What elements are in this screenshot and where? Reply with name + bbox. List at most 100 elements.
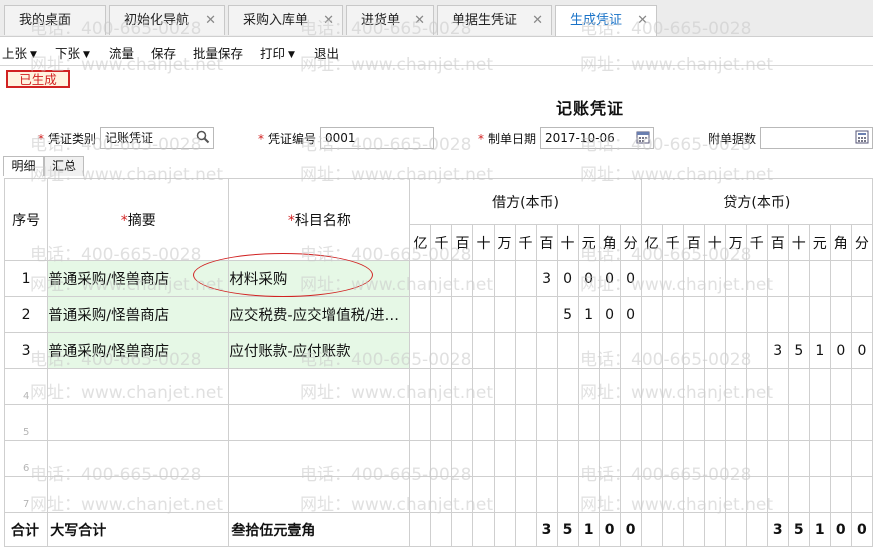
debit-digit-cell[interactable] <box>493 260 516 297</box>
credit-digit-cell[interactable] <box>724 404 747 441</box>
debit-digit-cell[interactable] <box>430 404 453 441</box>
credit-digit-cell[interactable] <box>850 476 873 513</box>
credit-digit-cell[interactable] <box>766 368 789 405</box>
summary-cell[interactable] <box>47 368 230 405</box>
debit-digit-cell[interactable] <box>472 404 495 441</box>
debit-digit-cell[interactable] <box>535 440 558 477</box>
account-cell[interactable]: 应付账款-应付账款 <box>228 332 411 369</box>
debit-digit-cell[interactable] <box>577 332 600 369</box>
debit-digit-cell[interactable] <box>514 332 537 369</box>
credit-digit-cell[interactable] <box>808 296 831 333</box>
voucher-number-field[interactable]: 0001 <box>320 127 434 149</box>
debit-digit-cell[interactable] <box>619 404 642 441</box>
debit-digit-cell[interactable] <box>514 368 537 405</box>
debit-digit-cell[interactable] <box>430 260 453 297</box>
debit-digit-cell[interactable] <box>430 332 453 369</box>
debit-digit-cell[interactable] <box>409 260 432 297</box>
print-button[interactable]: 打印 ▼ <box>260 43 295 62</box>
debit-digit-cell[interactable] <box>472 440 495 477</box>
exit-button[interactable]: 退出 <box>314 43 339 62</box>
credit-digit-cell[interactable] <box>682 476 705 513</box>
credit-digit-cell[interactable] <box>682 404 705 441</box>
debit-digit-cell[interactable] <box>514 404 537 441</box>
credit-digit-cell[interactable] <box>766 440 789 477</box>
debit-digit-cell[interactable] <box>493 476 516 513</box>
debit-digit-cell[interactable] <box>577 476 600 513</box>
debit-digit-cell[interactable] <box>430 368 453 405</box>
credit-digit-cell[interactable]: 0 <box>829 332 852 369</box>
credit-digit-cell[interactable] <box>640 332 663 369</box>
close-icon[interactable]: ✕ <box>205 6 216 36</box>
tab-6[interactable]: 生成凭证 ✕ <box>555 5 657 36</box>
credit-digit-cell[interactable] <box>808 476 831 513</box>
search-icon[interactable] <box>196 130 210 144</box>
debit-digit-cell[interactable] <box>430 440 453 477</box>
credit-digit-cell[interactable] <box>766 404 789 441</box>
credit-digit-cell[interactable] <box>661 440 684 477</box>
account-cell[interactable]: 应交税费-应交增值税/进项税额 <box>228 296 411 333</box>
summary-cell[interactable]: 普通采购/怪兽商店 <box>47 332 230 369</box>
credit-digit-cell[interactable] <box>745 476 768 513</box>
debit-digit-cell[interactable] <box>451 296 474 333</box>
credit-digit-cell[interactable] <box>724 332 747 369</box>
credit-digit-cell[interactable] <box>745 296 768 333</box>
debit-digit-cell[interactable] <box>493 332 516 369</box>
debit-digit-cell[interactable] <box>619 332 642 369</box>
credit-digit-cell[interactable] <box>682 368 705 405</box>
credit-digit-cell[interactable] <box>682 332 705 369</box>
close-icon[interactable]: ✕ <box>637 6 648 36</box>
close-icon[interactable]: ✕ <box>532 6 543 36</box>
close-icon[interactable]: ✕ <box>323 6 334 36</box>
debit-digit-cell[interactable] <box>577 404 600 441</box>
credit-digit-cell[interactable] <box>829 476 852 513</box>
debit-digit-cell[interactable] <box>556 404 579 441</box>
credit-digit-cell[interactable] <box>787 476 810 513</box>
credit-digit-cell[interactable] <box>745 332 768 369</box>
debit-digit-cell[interactable]: 0 <box>619 296 642 333</box>
summary-cell[interactable]: 普通采购/怪兽商店 <box>47 260 230 297</box>
debit-digit-cell[interactable] <box>409 368 432 405</box>
credit-digit-cell[interactable]: 1 <box>808 332 831 369</box>
debit-digit-cell[interactable] <box>493 296 516 333</box>
credit-digit-cell[interactable] <box>724 260 747 297</box>
credit-digit-cell[interactable] <box>682 260 705 297</box>
credit-digit-cell[interactable] <box>850 404 873 441</box>
debit-digit-cell[interactable]: 0 <box>577 260 600 297</box>
account-cell[interactable] <box>228 476 411 513</box>
debit-digit-cell[interactable] <box>472 260 495 297</box>
credit-digit-cell[interactable] <box>787 260 810 297</box>
debit-digit-cell[interactable] <box>598 476 621 513</box>
debit-digit-cell[interactable] <box>598 404 621 441</box>
account-cell[interactable] <box>228 368 411 405</box>
prev-voucher-button[interactable]: 上张 ▼ <box>2 43 37 62</box>
calculator-icon[interactable] <box>855 130 869 144</box>
credit-digit-cell[interactable] <box>766 260 789 297</box>
credit-digit-cell[interactable] <box>703 476 726 513</box>
debit-digit-cell[interactable] <box>472 332 495 369</box>
debit-digit-cell[interactable] <box>556 476 579 513</box>
credit-digit-cell[interactable] <box>829 440 852 477</box>
debit-digit-cell[interactable]: 5 <box>556 296 579 333</box>
tab-3[interactable]: 采购入库单 ✕ <box>228 5 343 35</box>
debit-digit-cell[interactable] <box>577 440 600 477</box>
credit-digit-cell[interactable] <box>640 296 663 333</box>
debit-digit-cell[interactable] <box>409 476 432 513</box>
account-cell[interactable] <box>228 404 411 441</box>
credit-digit-cell[interactable] <box>703 440 726 477</box>
save-button[interactable]: 保存 <box>151 43 176 62</box>
credit-digit-cell[interactable] <box>850 260 873 297</box>
credit-digit-cell[interactable] <box>640 476 663 513</box>
credit-digit-cell[interactable] <box>661 404 684 441</box>
credit-digit-cell[interactable] <box>829 404 852 441</box>
credit-digit-cell[interactable]: 3 <box>766 332 789 369</box>
close-icon[interactable]: ✕ <box>414 6 425 36</box>
calendar-icon[interactable] <box>636 130 650 144</box>
debit-digit-cell[interactable] <box>493 440 516 477</box>
summary-cell[interactable] <box>47 404 230 441</box>
debit-digit-cell[interactable] <box>619 368 642 405</box>
credit-digit-cell[interactable] <box>640 368 663 405</box>
credit-digit-cell[interactable] <box>661 368 684 405</box>
debit-digit-cell[interactable] <box>535 332 558 369</box>
debit-digit-cell[interactable] <box>535 368 558 405</box>
debit-digit-cell[interactable] <box>472 296 495 333</box>
